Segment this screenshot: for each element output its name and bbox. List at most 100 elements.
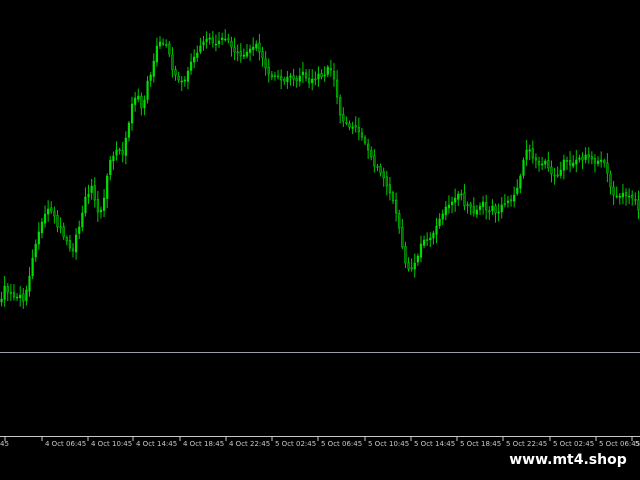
candle-body xyxy=(37,231,40,245)
candle-body xyxy=(59,226,62,229)
candle-body xyxy=(311,78,314,84)
candle-body xyxy=(208,37,211,40)
candle-body xyxy=(81,212,84,228)
candle-body xyxy=(401,226,404,248)
x-tick-label: 4 Oct 10:45 xyxy=(91,440,132,448)
candle-body xyxy=(211,37,214,44)
candle-body xyxy=(127,122,131,138)
price-chart[interactable]: 45 4 Oct 06:45 4 Oct 10:45 4 Oct 14:45 4 Oct… xyxy=(0,0,640,480)
candle-body xyxy=(6,286,9,293)
candle-body xyxy=(463,192,466,207)
candle-body xyxy=(186,70,190,82)
candle-body xyxy=(432,232,435,239)
candle-body xyxy=(317,73,320,80)
candle-body xyxy=(531,148,534,159)
candle-body xyxy=(438,218,441,226)
candle-body xyxy=(454,197,457,203)
candle-body xyxy=(155,45,158,63)
candle-body xyxy=(189,61,193,71)
candle-body xyxy=(47,208,50,215)
candle-body xyxy=(68,240,72,249)
candle-body xyxy=(444,206,447,216)
candle-body xyxy=(628,195,631,198)
candle-body xyxy=(618,195,621,198)
candle-body xyxy=(354,125,357,128)
indicator-subwindow xyxy=(0,353,640,437)
candle-body xyxy=(447,204,451,209)
candle-body xyxy=(199,45,202,53)
candle-body xyxy=(382,171,385,179)
candle-body xyxy=(217,40,221,44)
candle-body xyxy=(214,43,218,46)
candle-body xyxy=(177,76,180,81)
candle-body xyxy=(0,298,3,303)
candle-body xyxy=(363,137,367,144)
candle-body xyxy=(488,210,491,213)
candle-body xyxy=(171,54,174,71)
candle-body xyxy=(407,262,410,270)
x-tick-label: 5 Oct 14:45 xyxy=(414,440,455,448)
candle-body xyxy=(180,80,183,83)
candle-body xyxy=(584,154,587,160)
candle-body xyxy=(556,174,559,177)
candle-body xyxy=(9,292,12,294)
candle-body xyxy=(544,160,547,165)
candle-body xyxy=(292,75,295,80)
candle-body xyxy=(606,162,609,174)
candle-body xyxy=(575,159,578,165)
candle-body xyxy=(43,213,47,224)
candle-body xyxy=(624,192,628,197)
candle-body xyxy=(388,184,392,194)
candle-body xyxy=(339,97,342,116)
candle-body xyxy=(528,149,531,152)
candle-body xyxy=(273,75,277,78)
candle-body xyxy=(460,193,463,196)
candle-body xyxy=(457,193,460,200)
candle-body xyxy=(121,150,124,155)
candle-body xyxy=(267,66,270,75)
candle-body xyxy=(590,156,593,160)
candle-body xyxy=(634,199,637,201)
candle-body xyxy=(124,137,127,156)
candle-body xyxy=(227,38,230,41)
candle-body xyxy=(491,205,494,212)
candle-body xyxy=(3,285,6,300)
candle-body xyxy=(308,78,311,84)
candle-body xyxy=(441,213,444,220)
candle-body xyxy=(482,201,485,207)
candle-body xyxy=(351,126,354,129)
candle-body xyxy=(261,51,264,59)
candle-body xyxy=(134,97,137,105)
candle-body xyxy=(221,37,224,40)
candle-body xyxy=(360,132,364,138)
candle-body xyxy=(475,209,479,215)
candle-body xyxy=(376,166,379,168)
candle-body xyxy=(541,163,544,166)
candle-body xyxy=(413,262,416,270)
candle-body xyxy=(522,159,525,176)
candle-body xyxy=(53,211,56,217)
candle-body xyxy=(146,80,149,100)
candle-body xyxy=(286,76,289,83)
candle-body xyxy=(31,257,34,277)
candle-body xyxy=(174,69,177,76)
candle-body xyxy=(370,150,373,158)
candle-body xyxy=(252,46,255,50)
candle-body xyxy=(233,47,236,53)
candle-body xyxy=(596,160,600,164)
candle-body xyxy=(568,160,572,166)
candle-body xyxy=(416,255,419,263)
candle-body xyxy=(304,72,308,79)
candle-body xyxy=(106,175,109,199)
candle-body xyxy=(559,169,562,176)
candle-body xyxy=(320,73,323,78)
candle-body xyxy=(255,43,258,49)
candle-body xyxy=(553,174,556,177)
candle-body xyxy=(50,207,53,212)
candle-body xyxy=(118,149,121,152)
candle-body xyxy=(56,215,59,228)
candle-body xyxy=(600,159,603,162)
candle-body xyxy=(450,201,454,205)
candle-body xyxy=(205,38,208,42)
candle-body xyxy=(469,203,472,208)
